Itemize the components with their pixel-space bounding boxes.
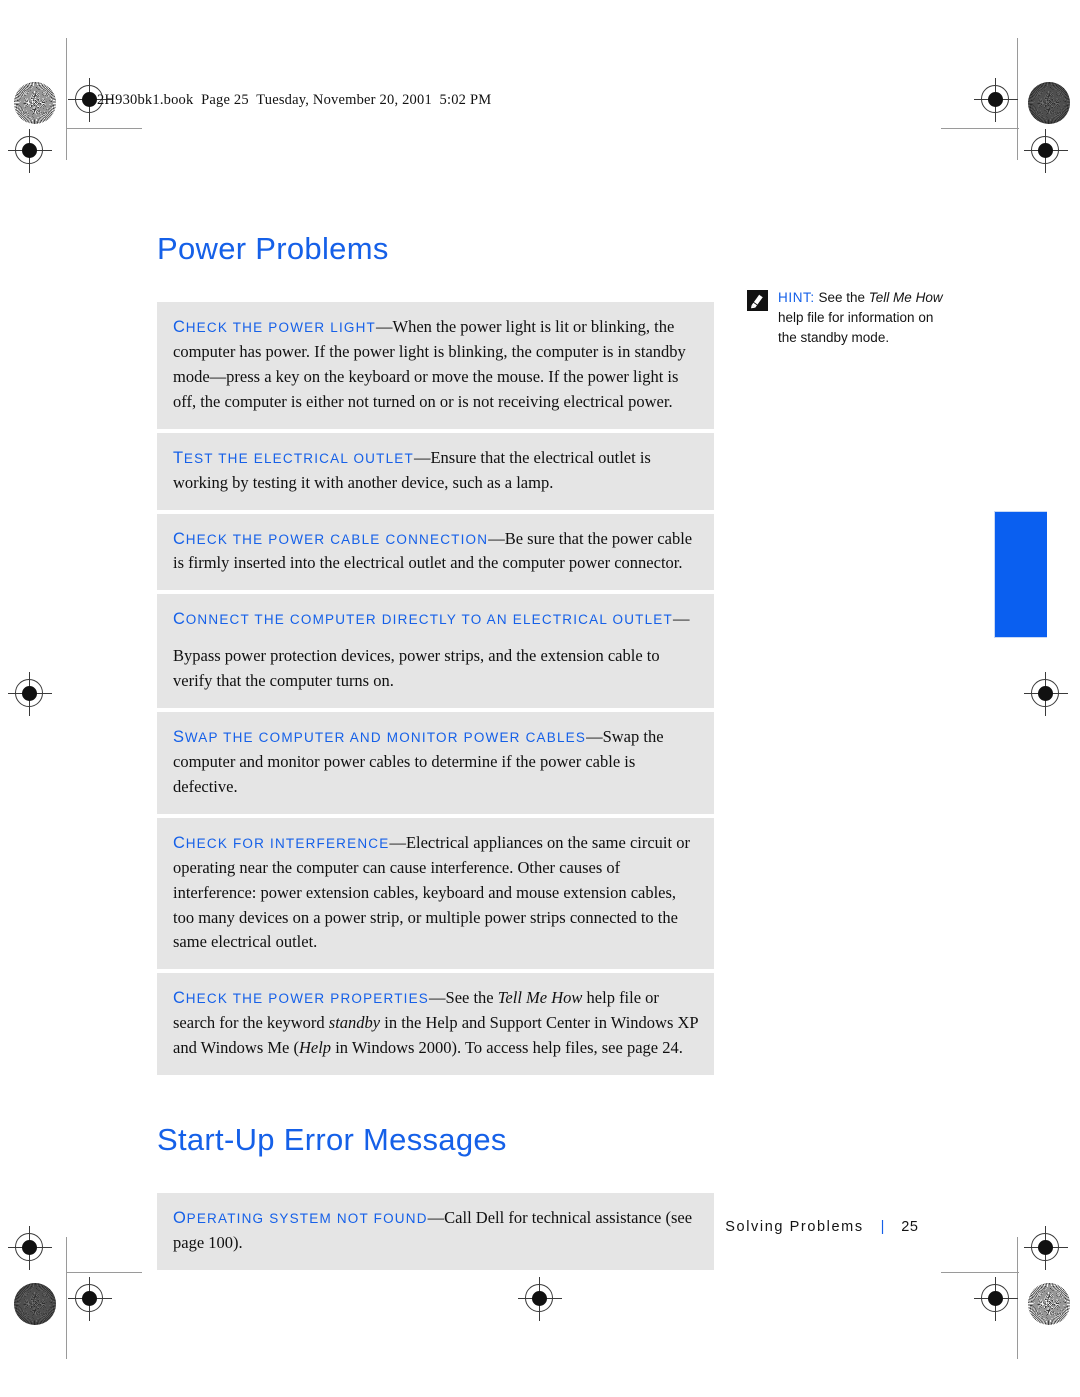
troubleshooting-tip: CONNECT THE COMPUTER DIRECTLY TO AN ELEC… xyxy=(157,594,714,709)
registration-rosette-bottom-left xyxy=(14,1283,56,1325)
tip-lead-dash: — xyxy=(376,317,393,337)
tip-lead-dash: — xyxy=(488,528,505,548)
pencil-note-icon xyxy=(747,290,768,311)
crop-line-bottomleft-vertical xyxy=(66,1237,67,1359)
section-heading: Power Problems xyxy=(157,231,389,266)
tip-lead-in-label: CONNECT THE COMPUTER DIRECTLY TO AN ELEC… xyxy=(173,607,698,632)
registration-crosshair-right-middle xyxy=(1024,672,1068,716)
registration-rosette-bottom-right xyxy=(1028,1283,1070,1325)
tip-lead-dash: — xyxy=(672,609,690,629)
emphasis-text: Tell Me How xyxy=(868,290,943,305)
footer-page-number: 25 xyxy=(901,1219,919,1235)
tip-lead-initial: T xyxy=(173,448,184,467)
registration-crosshair-left-middle xyxy=(8,672,52,716)
tip-lead-rest: PERATING SYSTEM NOT FOUND xyxy=(186,1211,428,1227)
tip-lead-dash: — xyxy=(389,832,406,852)
registration-rosette-top-left xyxy=(14,82,56,124)
emphasis-text: Tell Me How xyxy=(497,988,583,1008)
tip-lead-rest: EST THE ELECTRICAL OUTLET xyxy=(183,450,414,466)
section-heading: Start-Up Error Messages xyxy=(157,1122,507,1158)
tip-lead-initial: C xyxy=(173,318,186,337)
chapter-thumb-tab xyxy=(994,511,1047,638)
book-file-header: 2H930bk1.book Page 25 Tuesday, November … xyxy=(97,92,492,108)
footer-chapter-name: Solving Problems xyxy=(725,1219,864,1235)
tip-lead-dash: — xyxy=(586,727,603,747)
body-text: help file for information on the standby… xyxy=(778,309,934,345)
registration-crosshair-right-lower xyxy=(1024,1226,1068,1270)
tip-lead-initial: C xyxy=(173,989,186,1008)
tip-lead-rest: HECK THE POWER PROPERTIES xyxy=(185,991,430,1007)
tip-lead-rest: WAP THE COMPUTER AND MONITOR POWER CABLE… xyxy=(184,730,587,746)
page-footer: Solving Problems | 25 xyxy=(714,1203,980,1235)
tip-lead-rest: ONNECT THE COMPUTER DIRECTLY TO AN ELECT… xyxy=(185,612,673,628)
crop-line-right-horizontal xyxy=(941,128,1019,129)
tip-lead-dash: — xyxy=(413,447,431,467)
hint-note-text: HINT: See the Tell Me How help file for … xyxy=(778,288,952,348)
hint-note: HINT: See the Tell Me How help file for … xyxy=(747,288,952,348)
registration-crosshair-left-upper xyxy=(8,129,52,173)
troubleshooting-tip: SWAP THE COMPUTER AND MONITOR POWER CABL… xyxy=(157,712,714,814)
crop-line-bottomleft-horizontal xyxy=(66,1272,142,1273)
tip-lead-rest: HECK FOR INTERFERENCE xyxy=(185,835,390,851)
body-text: See the xyxy=(814,290,869,305)
troubleshooting-tip: CHECK THE POWER CABLE CONNECTION—Be sure… xyxy=(157,513,714,591)
tip-lead-initial: C xyxy=(173,610,186,629)
tip-lead-in-label: SWAP THE COMPUTER AND MONITOR POWER CABL… xyxy=(173,727,603,747)
hint-label: HINT: xyxy=(778,290,815,305)
tip-lead-in-label: CHECK THE POWER PROPERTIES— xyxy=(173,988,446,1008)
tip-lead-rest: HECK THE POWER CABLE CONNECTION xyxy=(185,531,489,547)
registration-crosshair-top-right xyxy=(974,78,1018,122)
tip-lead-in-label: CHECK FOR INTERFERENCE— xyxy=(173,832,406,852)
emphasis-text: standby xyxy=(328,1013,381,1033)
registration-rosette-top-right xyxy=(1028,82,1070,124)
tip-lead-dash: — xyxy=(429,988,446,1008)
crop-line-left-horizontal xyxy=(66,128,142,129)
tip-lead-initial: S xyxy=(173,728,185,747)
crop-line-left-vertical xyxy=(66,38,67,160)
crop-line-bottomright-horizontal xyxy=(941,1272,1019,1273)
registration-crosshair-bottom-center xyxy=(518,1277,562,1321)
registration-crosshair-right-upper xyxy=(1024,129,1068,173)
emphasis-text: Help xyxy=(298,1038,332,1058)
main-text-column: Power Problems CHECK THE POWER LIGHT—When… xyxy=(157,231,714,1270)
troubleshooting-tip: TEST THE ELECTRICAL OUTLET—Ensure that t… xyxy=(157,432,714,510)
troubleshooting-tip: OPERATING SYSTEM NOT FOUND—Call Dell for… xyxy=(157,1193,714,1270)
tip-lead-initial: C xyxy=(173,529,186,548)
tip-body: Bypass power protection devices, power s… xyxy=(173,646,660,691)
tip-lead-initial: C xyxy=(173,833,186,852)
troubleshooting-tip: CHECK THE POWER LIGHT—When the power lig… xyxy=(157,302,714,429)
tip-lead-initial: O xyxy=(173,1209,187,1228)
tip-lead-in-label: OPERATING SYSTEM NOT FOUND— xyxy=(173,1208,445,1228)
tip-lead-in-label: CHECK THE POWER CABLE CONNECTION— xyxy=(173,528,505,548)
troubleshooting-tip: CHECK THE POWER PROPERTIES—See the Tell … xyxy=(157,973,714,1076)
body-text: See the xyxy=(445,988,498,1008)
tip-lead-rest: HECK THE POWER LIGHT xyxy=(185,320,376,336)
registration-crosshair-left-lower xyxy=(8,1226,52,1270)
tip-lead-in-label: CHECK THE POWER LIGHT— xyxy=(173,317,393,337)
registration-crosshair-bottom-right xyxy=(974,1277,1018,1321)
tip-lead-in-label: TEST THE ELECTRICAL OUTLET— xyxy=(173,447,431,467)
registration-crosshair-bottom-left xyxy=(68,1277,112,1321)
troubleshooting-tip: CHECK FOR INTERFERENCE—Electrical applia… xyxy=(157,817,714,970)
body-text: in Windows 2000). To access help files, … xyxy=(331,1038,683,1058)
tip-lead-dash: — xyxy=(427,1208,445,1228)
